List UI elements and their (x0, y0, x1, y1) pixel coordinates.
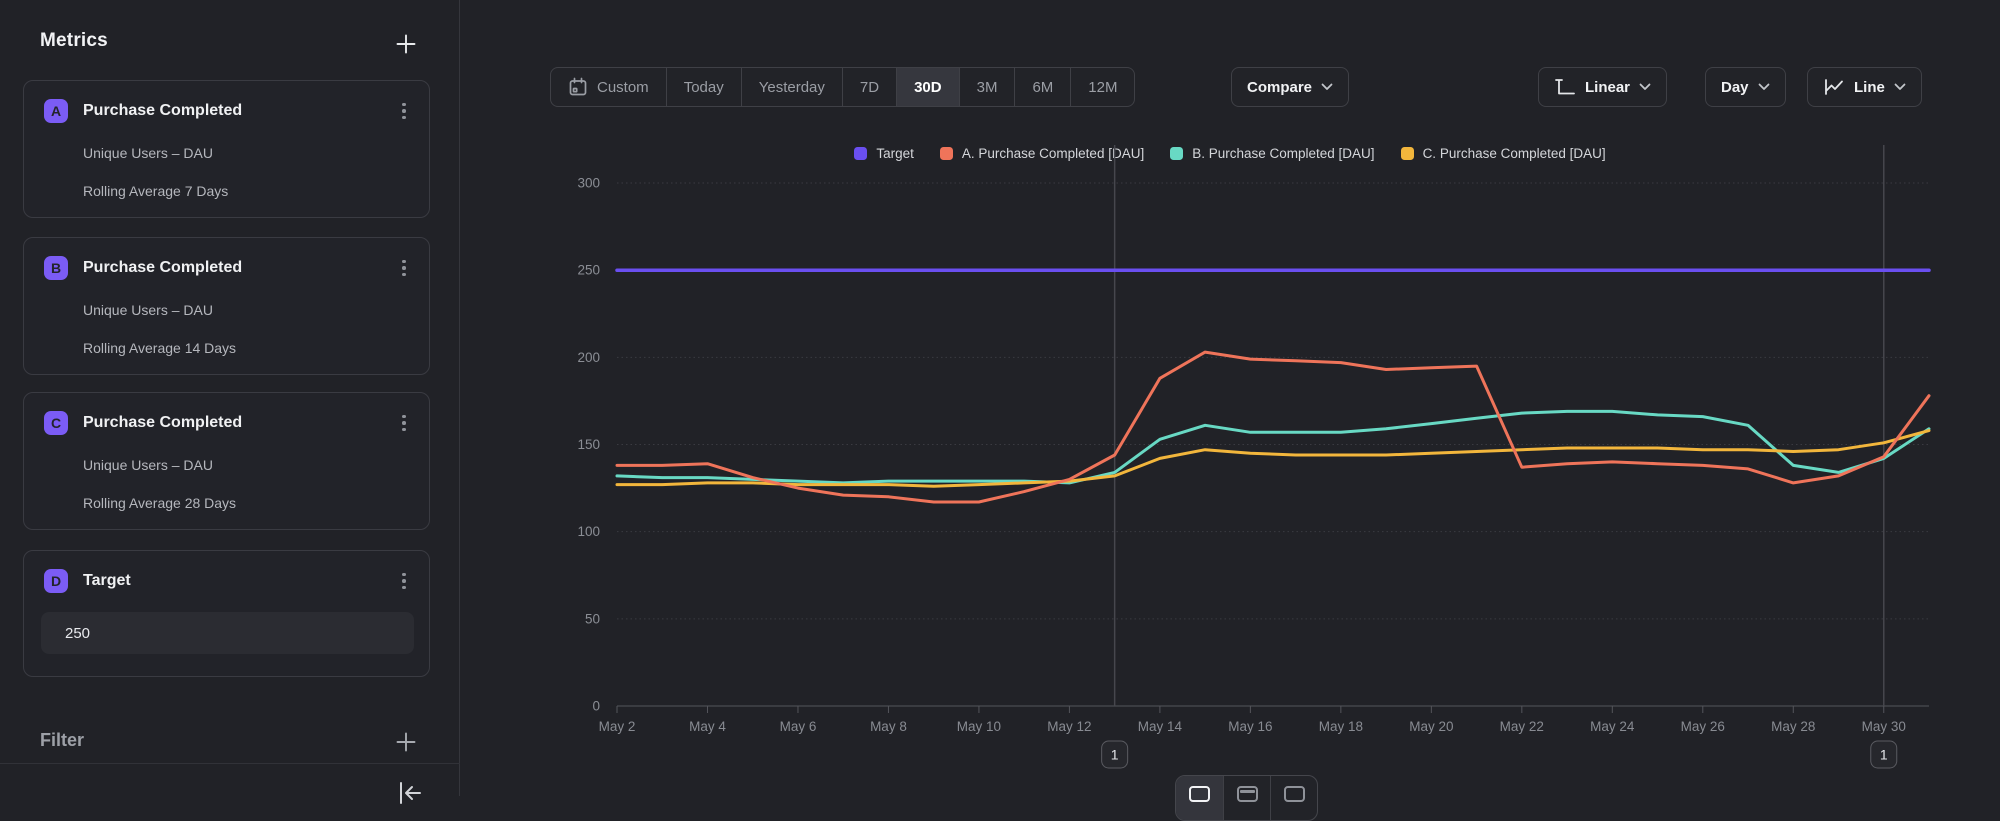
table-panel-icon (1237, 786, 1258, 802)
plus-icon (395, 33, 417, 55)
svg-text:1: 1 (1880, 747, 1888, 763)
collapse-sidebar-button[interactable] (392, 778, 426, 808)
target-value-input[interactable] (41, 612, 414, 654)
svg-text:May 6: May 6 (780, 719, 817, 734)
metrics-sidebar: Metrics A Purchase Completed Unique User… (0, 0, 460, 796)
metric-card-a[interactable]: A Purchase Completed Unique Users – DAU … (23, 80, 430, 218)
metric-menu-button[interactable] (391, 567, 417, 595)
metric-measure: Unique Users – DAU (83, 457, 213, 473)
metric-transform: Rolling Average 14 Days (83, 340, 236, 356)
metric-title: Purchase Completed (83, 259, 242, 277)
svg-text:1: 1 (1111, 747, 1119, 763)
metric-transform: Rolling Average 7 Days (83, 183, 228, 199)
svg-text:May 18: May 18 (1319, 719, 1363, 734)
svg-text:May 2: May 2 (599, 719, 636, 734)
metric-badge-b: B (44, 256, 68, 280)
svg-text:May 8: May 8 (870, 719, 907, 734)
metric-title: Purchase Completed (83, 414, 242, 432)
metric-card-c[interactable]: C Purchase Completed Unique Users – DAU … (23, 392, 430, 530)
svg-text:May 20: May 20 (1409, 719, 1453, 734)
metric-measure: Unique Users – DAU (83, 145, 213, 161)
svg-text:May 10: May 10 (957, 719, 1001, 734)
chart-canvas[interactable]: 0 50 100 150 200 250 300 1 1 May 2 May 4 May 6 May 8… (460, 0, 2000, 796)
svg-text:May 30: May 30 (1862, 719, 1906, 734)
view-toggle-compact[interactable] (1270, 776, 1317, 820)
metrics-header: Metrics (40, 30, 108, 52)
chart-panel-icon (1189, 786, 1210, 802)
compact-panel-icon (1284, 786, 1305, 802)
filter-header: Filter (40, 730, 84, 751)
metric-title: Purchase Completed (83, 102, 242, 120)
svg-text:May 26: May 26 (1681, 719, 1725, 734)
metric-badge-d: D (44, 569, 68, 593)
metric-transform: Rolling Average 28 Days (83, 495, 236, 511)
svg-text:100: 100 (577, 524, 600, 539)
svg-text:May 12: May 12 (1047, 719, 1091, 734)
add-filter-button[interactable] (392, 728, 420, 756)
svg-text:May 16: May 16 (1228, 719, 1272, 734)
svg-text:May 28: May 28 (1771, 719, 1815, 734)
svg-text:May 14: May 14 (1138, 719, 1183, 734)
metric-badge-a: A (44, 99, 68, 123)
metric-card-d-target[interactable]: D Target (23, 550, 430, 677)
view-toggle-group (1175, 775, 1318, 821)
metric-menu-button[interactable] (391, 409, 417, 437)
metric-menu-button[interactable] (391, 254, 417, 282)
metric-measure: Unique Users – DAU (83, 302, 213, 318)
metric-card-b[interactable]: B Purchase Completed Unique Users – DAU … (23, 237, 430, 375)
svg-text:May 24: May 24 (1590, 719, 1635, 734)
dashboard: { "sidebar": { "title": "Metrics", "card… (0, 0, 2000, 796)
view-toggle-table[interactable] (1223, 776, 1270, 820)
metric-menu-button[interactable] (391, 97, 417, 125)
svg-text:150: 150 (577, 437, 600, 452)
metric-title: Target (83, 572, 131, 590)
collapse-left-icon (394, 778, 424, 808)
svg-text:300: 300 (577, 176, 600, 191)
view-toggle-chart[interactable] (1176, 776, 1223, 820)
add-metric-button[interactable] (392, 30, 420, 58)
metric-badge-c: C (44, 411, 68, 435)
svg-text:May 22: May 22 (1500, 719, 1544, 734)
svg-text:250: 250 (577, 263, 600, 278)
svg-text:50: 50 (585, 611, 600, 626)
plus-icon (395, 731, 417, 753)
sidebar-divider (0, 763, 460, 764)
svg-text:200: 200 (577, 350, 600, 365)
svg-text:May 4: May 4 (689, 719, 726, 734)
svg-text:0: 0 (592, 699, 600, 714)
